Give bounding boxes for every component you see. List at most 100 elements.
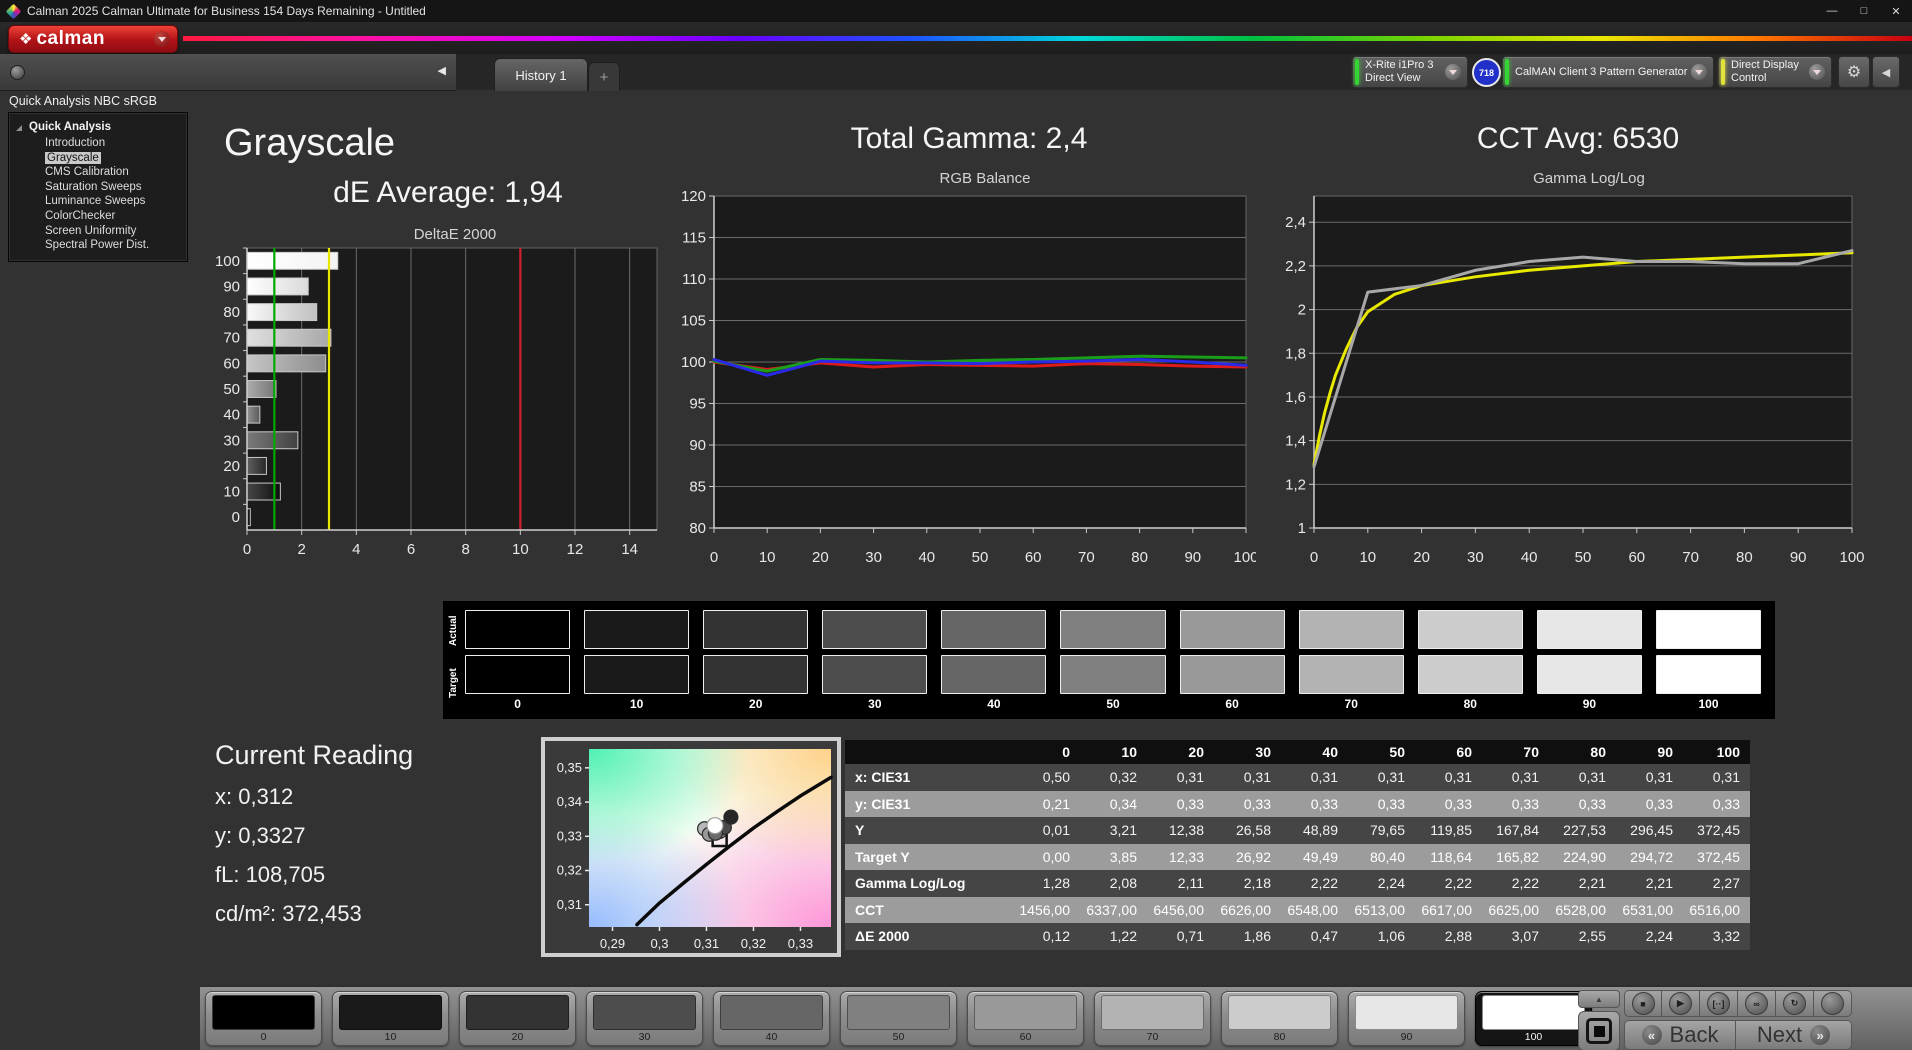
sidebar-item-introduction[interactable]: Introduction [9,136,187,151]
svg-text:40: 40 [918,549,935,566]
stop-button[interactable]: ■ [1624,990,1662,1017]
target-swatch-10 [584,655,689,694]
svg-text:2: 2 [1298,302,1306,319]
reading-x: x: 0,312 [215,784,413,810]
svg-text:0,31: 0,31 [694,936,719,951]
sidebar-item-cms-calibration[interactable]: CMS Calibration [9,165,187,180]
calman-app-icon [6,3,22,19]
sidebar-item-saturation-sweeps[interactable]: Saturation Sweeps [9,180,187,195]
stop-icon: ■ [1632,992,1655,1015]
pattern-patch-60[interactable]: 60 [967,991,1084,1046]
pattern-bar: 0102030405060708090100 ▲ ■ ▶ [··] ∞ ↻ « Back… [200,985,1912,1050]
pattern-patch-10[interactable]: 10 [332,991,449,1046]
target-swatch-60 [1180,655,1285,694]
pattern-patch-20[interactable]: 20 [459,991,576,1046]
sidebar-item-colorchecker[interactable]: ColorChecker [9,209,187,224]
svg-text:0: 0 [1310,549,1318,566]
target-swatch-100 [1656,655,1761,694]
expander-icon[interactable] [16,125,22,131]
add-tab-button[interactable]: + [588,62,620,91]
target-swatch-90 [1537,655,1642,694]
pattern-patch-80[interactable]: 80 [1221,991,1338,1046]
patch-window-button[interactable] [1578,1011,1620,1050]
swatch-level-label: 100 [1656,697,1761,711]
pattern-window-button[interactable]: [··] [1700,990,1738,1017]
meter-device-button[interactable]: X-Rite i1Pro 3 Direct View [1352,56,1468,88]
swatch-level-label: 60 [1180,697,1285,711]
spectrum-stripe [183,36,1912,41]
svg-text:1,4: 1,4 [1285,433,1306,450]
pattern-generator-button[interactable]: CalMAN Client 3 Pattern Generator [1502,56,1714,88]
reading-cdm2: cd/m²: 372,453 [215,901,413,927]
pattern-generator-dropdown[interactable] [1691,64,1707,80]
reading-y: y: 0,3327 [215,823,413,849]
table-col-header-90: 90 [1616,740,1683,764]
svg-text:70: 70 [1078,549,1095,566]
chevron-down-icon [1813,70,1821,75]
calman-menu-button[interactable]: ❖ calman [8,25,178,53]
pattern-patch-40[interactable]: 40 [713,991,830,1046]
close-icon[interactable]: ✕ [1880,0,1912,22]
collapse-panel-icon[interactable]: ◀ [1872,56,1900,88]
refresh-icon: ↻ [1783,992,1806,1015]
next-button[interactable]: Next » [1736,1020,1852,1050]
svg-text:0,3: 0,3 [650,936,668,951]
svg-text:2,4: 2,4 [1285,214,1306,231]
indicator-button[interactable] [1814,990,1852,1017]
settings-gear-icon[interactable]: ⚙ [1838,56,1870,88]
panel-collapse-icon[interactable]: ◀ [438,64,446,77]
panel-pin-button[interactable] [10,65,25,80]
meter-id-badge[interactable]: 718 [1472,58,1501,87]
target-swatch-40 [941,655,1046,694]
play-button[interactable]: ▶ [1662,990,1700,1017]
swatch-column-0: 0 [465,610,570,719]
minimize-icon[interactable]: — [1816,0,1848,22]
tab-history-1[interactable]: History 1 [494,58,588,91]
pattern-patch-30[interactable]: 30 [586,991,703,1046]
svg-text:1,8: 1,8 [1285,345,1306,362]
svg-text:0: 0 [243,541,251,558]
meter-dropdown[interactable] [1445,64,1461,80]
workflow-tree: Quick Analysis IntroductionGrayscaleCMS … [8,112,188,262]
calman-brand-label: calman [36,28,104,50]
sidebar-item-screen-uniformity[interactable]: Screen Uniformity [9,224,187,239]
actual-swatch-40 [941,610,1046,649]
pattern-patch-50[interactable]: 50 [840,991,957,1046]
reading-fl: fL: 108,705 [215,862,413,888]
page-title: Grayscale [224,122,395,165]
pattern-patch-70[interactable]: 70 [1094,991,1211,1046]
svg-text:80: 80 [223,304,240,321]
next-chevron-icon: » [1810,1025,1830,1045]
svg-text:50: 50 [1575,549,1592,566]
svg-text:1,2: 1,2 [1285,476,1306,493]
swatch-column-50: 50 [1060,610,1165,719]
chevron-down-icon [1449,70,1457,75]
patch-size-up-button[interactable]: ▲ [1578,990,1620,1008]
chart-title: Gamma Log/Log [1264,170,1864,190]
svg-text:0: 0 [232,509,240,526]
pattern-patch-100[interactable]: 100 [1475,991,1592,1046]
pattern-patch-90[interactable]: 90 [1348,991,1465,1046]
display-control-button[interactable]: Direct Display Control [1718,56,1832,88]
cie-chromaticity-chart: 0,310,320,330,340,350,290,30,310,320,33 [541,737,841,957]
pattern-patch-0[interactable]: 0 [205,991,322,1046]
refresh-button[interactable]: ↻ [1776,990,1814,1017]
sidebar-item-grayscale[interactable]: Grayscale [9,151,187,166]
svg-text:8: 8 [461,541,469,558]
pattern-window-icon: [··] [1707,992,1730,1015]
swatch-column-90: 90 [1537,610,1642,719]
display-control-dropdown[interactable] [1809,64,1825,80]
maximize-icon[interactable]: □ [1848,0,1880,22]
sidebar-item-luminance-sweeps[interactable]: Luminance Sweeps [9,194,187,209]
sidebar-item-quick-analysis[interactable]: Quick Analysis [9,120,187,136]
table-row: ΔE 20000,121,220,711,860,471,062,883,072… [845,923,1750,950]
swatch-level-label: 20 [703,697,808,711]
actual-swatch-10 [584,610,689,649]
loop-button[interactable]: ∞ [1738,990,1776,1017]
table-col-header-100: 100 [1683,740,1750,764]
swatch-column-10: 10 [584,610,689,719]
calman-menu-dropdown[interactable] [154,31,170,47]
back-button[interactable]: « Back [1624,1020,1736,1050]
table-row: Gamma Log/Log1,282,082,112,182,222,242,2… [845,870,1750,897]
sidebar-item-spectral-power-dist[interactable]: Spectral Power Dist. [9,238,187,253]
